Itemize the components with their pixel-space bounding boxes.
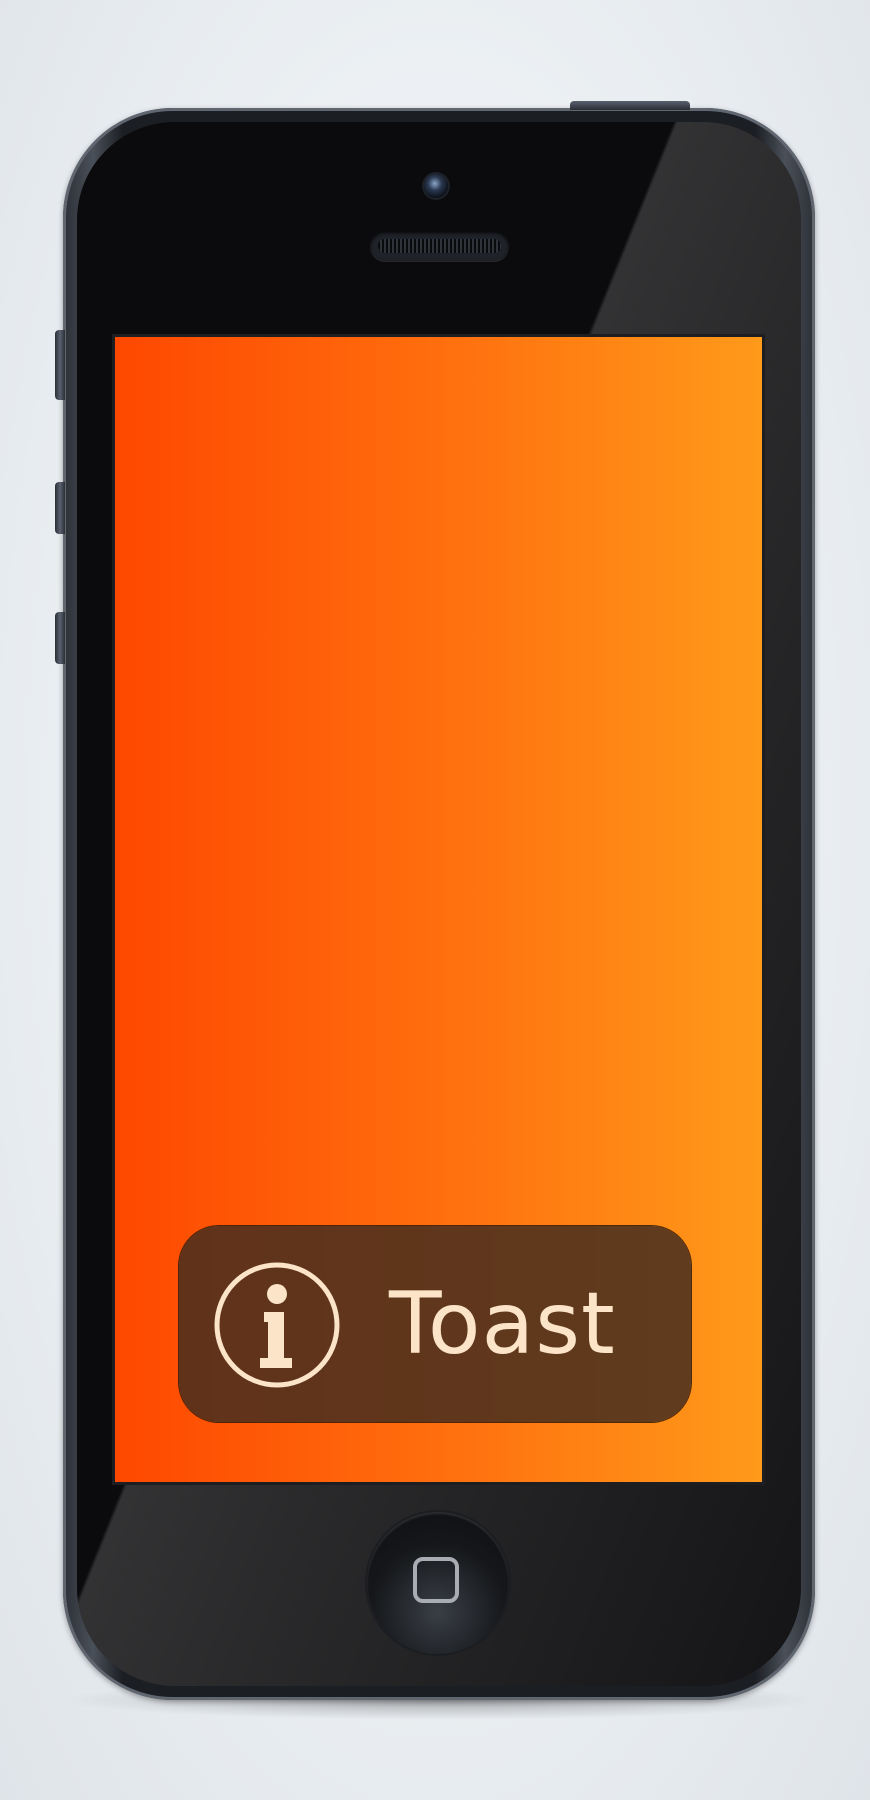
volume-up-button[interactable] bbox=[55, 482, 65, 534]
info-icon bbox=[212, 1260, 342, 1390]
home-button[interactable] bbox=[367, 1512, 509, 1654]
front-camera-icon bbox=[424, 174, 448, 198]
toast-label: Toast bbox=[389, 1274, 616, 1374]
mute-switch[interactable] bbox=[55, 330, 65, 400]
volume-down-button[interactable] bbox=[55, 612, 65, 664]
earpiece-speaker bbox=[370, 231, 509, 261]
speaker-grille bbox=[378, 239, 501, 253]
phone-screen: Toast bbox=[115, 337, 762, 1482]
toast-notification[interactable]: Toast bbox=[179, 1226, 691, 1422]
square-icon bbox=[413, 1557, 459, 1603]
power-button[interactable] bbox=[570, 101, 690, 110]
